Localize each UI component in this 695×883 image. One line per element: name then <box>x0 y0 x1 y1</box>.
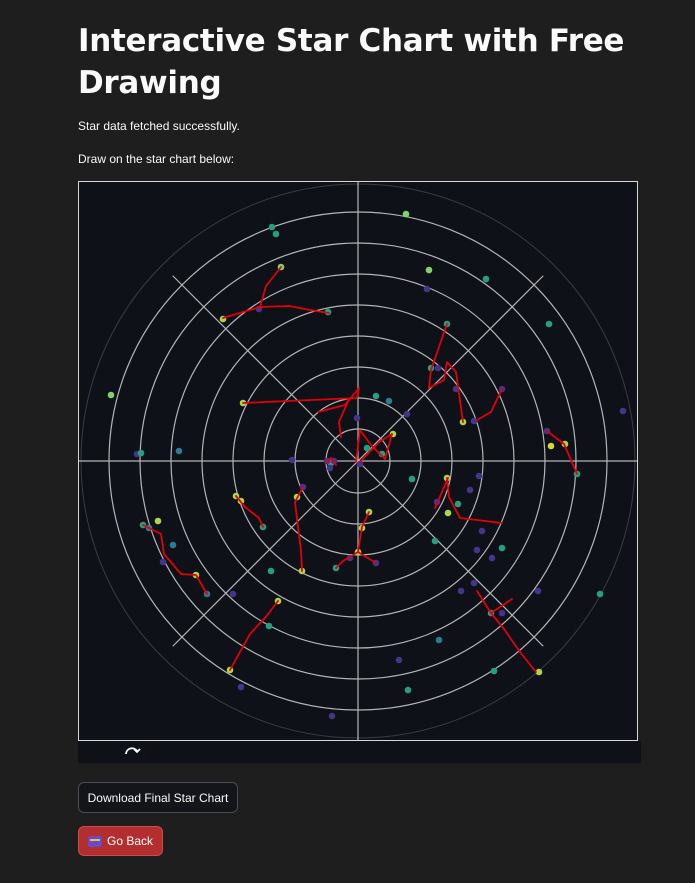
star <box>498 544 506 552</box>
star <box>404 686 412 694</box>
star-chart-svg[interactable] <box>79 182 637 740</box>
star <box>454 500 462 508</box>
download-icon[interactable] <box>78 742 98 762</box>
star <box>237 683 245 691</box>
back-icon <box>87 835 102 847</box>
star <box>596 590 604 598</box>
go-back-label: Go Back <box>106 834 154 848</box>
star <box>363 444 371 452</box>
star <box>466 486 474 494</box>
star-chart-canvas[interactable] <box>78 181 638 741</box>
download-button-label: Download Final Star Chart <box>87 790 229 805</box>
star <box>372 392 380 400</box>
star <box>402 210 410 218</box>
star <box>408 475 416 483</box>
star <box>137 449 145 457</box>
star <box>175 447 183 455</box>
star <box>326 464 334 472</box>
star <box>395 656 403 664</box>
star <box>545 320 553 328</box>
star <box>353 414 361 422</box>
star <box>159 558 167 566</box>
star <box>288 456 296 464</box>
star <box>169 541 177 549</box>
star <box>328 712 336 720</box>
star <box>267 567 275 575</box>
undo-icon[interactable] <box>100 742 120 762</box>
trash-icon[interactable] <box>144 742 164 762</box>
star <box>272 230 280 238</box>
star <box>229 590 237 598</box>
page-title: Interactive Star Chart with Free Drawing <box>78 23 625 101</box>
star <box>470 579 478 587</box>
instruction-text: Draw on the star chart below: <box>78 152 235 166</box>
star <box>482 275 490 283</box>
star <box>385 397 393 405</box>
star <box>490 667 498 675</box>
star <box>268 223 276 231</box>
star <box>457 587 465 595</box>
star <box>434 364 442 372</box>
star <box>534 587 542 595</box>
star <box>475 472 483 480</box>
star <box>498 609 506 617</box>
star <box>444 509 452 517</box>
star <box>107 391 115 399</box>
star <box>431 537 439 545</box>
canvas-toolbar <box>78 741 641 763</box>
star <box>470 417 478 425</box>
go-back-button[interactable]: Go Back <box>78 826 163 856</box>
star <box>403 410 411 418</box>
star <box>425 266 433 274</box>
star <box>435 636 443 644</box>
status-message: Star data fetched successfully. <box>78 119 240 133</box>
star <box>154 517 162 525</box>
star <box>265 622 273 630</box>
star <box>488 554 496 562</box>
star <box>478 527 486 535</box>
star <box>423 285 431 293</box>
redo-icon[interactable] <box>122 742 142 762</box>
star <box>473 546 481 554</box>
download-final-chart-button[interactable]: Download Final Star Chart <box>78 782 238 813</box>
star <box>619 407 627 415</box>
star <box>547 442 555 450</box>
